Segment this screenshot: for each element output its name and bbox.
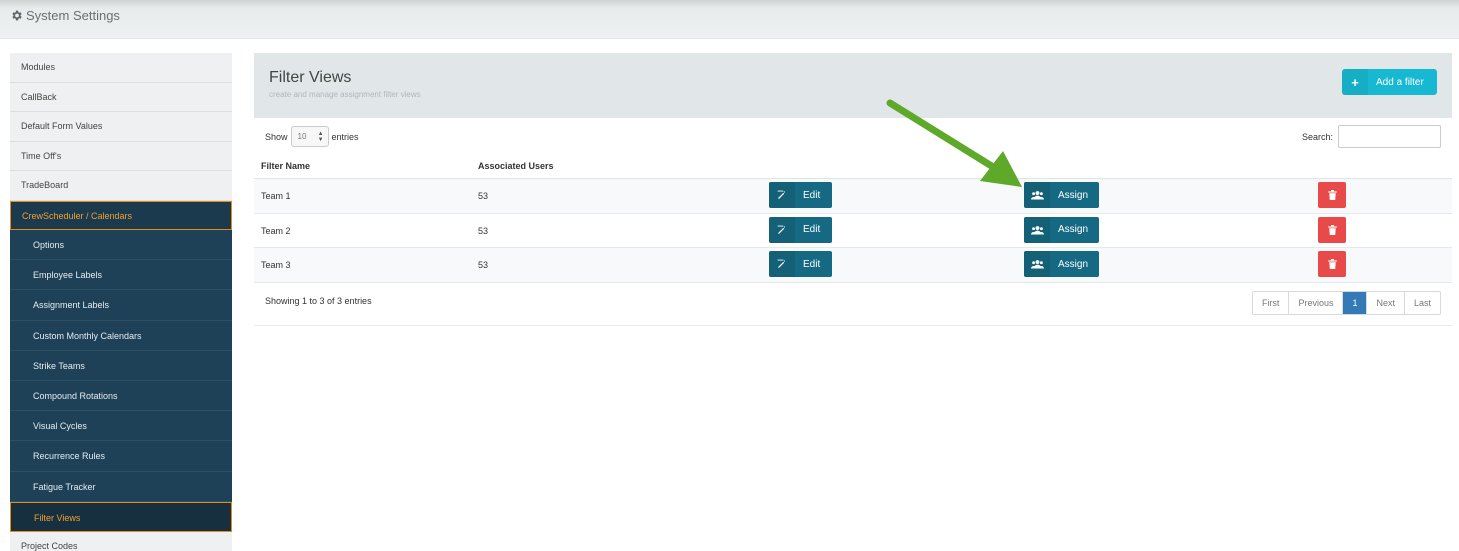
top-bar: System Settings [0,0,1459,39]
edit-icon [769,216,795,243]
associated-users-cell: 53 [478,260,489,270]
page-next[interactable]: Next [1367,292,1405,314]
sidebar-subitem-employee-labels[interactable]: Employee Labels [10,260,232,291]
sidebar-subitem-options[interactable]: Options [10,230,232,261]
settings-sidebar: Modules CallBack Default Form Values Tim… [10,53,232,551]
filter-name-cell: Team 2 [261,225,291,236]
sidebar-subitem-compound-rotations[interactable]: Compound Rotations [10,380,232,412]
column-header-associated-users[interactable]: Associated Users [478,161,554,171]
assign-label: Assign [1058,258,1089,270]
show-label: Show [265,131,288,142]
sidebar-subitem-strike-teams[interactable]: Strike Teams [10,350,232,381]
entries-control: Show 10 ▲ ▼ entries [265,126,359,147]
annotation-arrow [886,99,1022,187]
assign-button[interactable]: Assign [1024,182,1099,208]
sidebar-item-default-form-values[interactable]: Default Form Values [10,112,232,142]
column-header-filter-name[interactable]: Filter Name [261,161,310,171]
page-title: System Settings [10,8,120,23]
assign-button[interactable]: Assign [1024,251,1099,277]
edit-button[interactable]: Edit [769,182,832,208]
assign-button[interactable]: Assign [1024,216,1099,243]
entries-select[interactable]: 10 ▲ ▼ [290,126,329,147]
delete-button[interactable] [1318,251,1346,277]
sidebar-subitem-fatigue-tracker[interactable]: Fatigue Tracker [10,471,232,502]
table-row: Team 1 53 Edit Assign [254,179,1452,214]
filter-views-panel: Filter Views create and manage assignmen… [254,53,1452,326]
page-first[interactable]: First [1253,292,1290,314]
edit-label: Edit [803,258,821,270]
updown-arrows-icon: ▲ ▼ [317,131,324,143]
panel-subtitle: create and manage assignment filter view… [269,90,421,99]
trash-icon [1327,224,1337,235]
trash-icon [1327,190,1337,200]
search-input[interactable] [1338,125,1441,148]
search-label: Search: [1301,131,1333,142]
users-icon [1024,216,1050,243]
table-info: Showing 1 to 3 of 3 entries [265,296,372,306]
filter-name-cell: Team 1 [261,191,291,201]
edit-icon [769,251,795,277]
sidebar-item-modules[interactable]: Modules [10,53,232,83]
trash-icon [1327,259,1337,269]
page-last[interactable]: Last [1405,292,1440,314]
delete-button[interactable] [1318,216,1346,243]
edit-icon [769,182,795,208]
sidebar-item-callback[interactable]: CallBack [10,82,232,112]
associated-users-cell: 53 [478,191,489,201]
table-row: Team 2 53 Edit Assign [254,214,1452,248]
sidebar-item-crewscheduler[interactable]: CrewScheduler / Calendars [10,200,232,230]
sidebar-submenu: Options Employee Labels Assignment Label… [10,230,232,532]
sidebar-item-tradeboard[interactable]: TradeBoard [10,171,232,201]
plus-icon: + [1342,69,1368,95]
edit-label: Edit [803,224,821,235]
sidebar-subitem-visual-cycles[interactable]: Visual Cycles [10,411,232,442]
users-icon [1024,251,1050,277]
sidebar-subitem-custom-monthly-calendars[interactable]: Custom Monthly Calendars [10,320,232,351]
sidebar-item-project-codes[interactable]: Project Codes [10,531,232,551]
entries-label: entries [331,131,359,142]
associated-users-cell: 53 [478,225,489,236]
gear-icon [12,10,22,21]
edit-button[interactable]: Edit [769,251,832,277]
entries-value: 10 [297,132,307,141]
delete-button[interactable] [1318,182,1346,208]
add-filter-label: Add a filter [1376,76,1424,88]
filter-views-table: Filter Name Associated Users Team 1 53 E… [254,152,1452,283]
panel-title: Filter Views [269,69,352,86]
panel-header: Filter Views create and manage assignmen… [254,53,1452,118]
page-1[interactable]: 1 [1343,292,1368,314]
pagination: First Previous 1 Next Last [1251,291,1441,315]
filter-name-cell: Team 3 [261,260,291,270]
sidebar-item-time-offs[interactable]: Time Off's [10,141,232,171]
edit-button[interactable]: Edit [769,216,832,243]
assign-label: Assign [1058,224,1089,235]
edit-label: Edit [803,189,821,201]
search-control: Search: [1302,125,1441,148]
page-previous[interactable]: Previous [1289,292,1344,314]
assign-label: Assign [1058,189,1089,201]
table-row: Team 3 53 Edit Assign [254,248,1452,283]
table-header: Filter Name Associated Users [254,152,1452,179]
sidebar-subitem-filter-views[interactable]: Filter Views [10,501,232,532]
add-filter-button[interactable]: + Add a filter [1342,69,1437,95]
sidebar-subitem-recurrence-rules[interactable]: Recurrence Rules [10,441,232,472]
sidebar-subitem-assignment-labels[interactable]: Assignment Labels [10,290,232,321]
